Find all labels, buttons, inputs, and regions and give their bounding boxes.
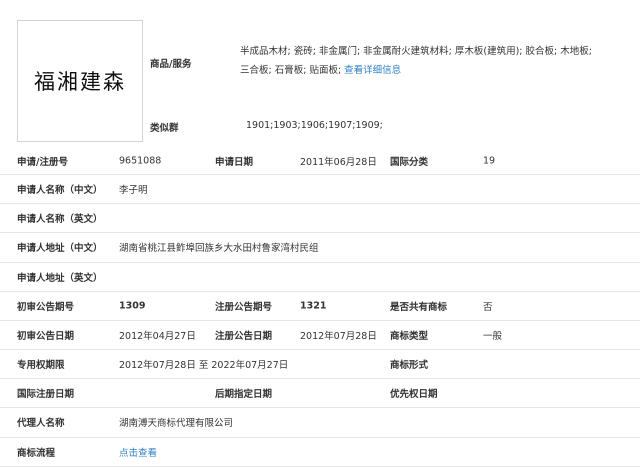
row-pub-numbers: 初审公告期号 1309 注册公告期号 1321 是否共有商标 否 [0,291,640,321]
app-date-label: 申请日期 [215,156,254,168]
row-agent: 代理人名称 湖南溥天商标代理有限公司 [0,407,640,438]
tm-type-value: 一般 [483,330,503,342]
row-address-en: 申请人地址（英文） [0,262,640,292]
process-label: 商标流程 [17,447,56,459]
shared-label: 是否共有商标 [390,301,448,313]
app-date-value: 2011年06月28日 [300,156,377,168]
intl-class-label: 国际分类 [390,156,429,168]
exclusive-label: 专用权期限 [17,359,65,371]
row-exclusive: 专用权期限 2012年07月28日 至 2022年07月27日 商标形式 [0,349,640,379]
applicant-cn-value: 李子明 [119,184,148,196]
shared-value: 否 [483,301,493,313]
agent-label: 代理人名称 [17,418,65,429]
trademark-detail-page: 福湘建森 商品/服务 半成品木材; 瓷砖; 非金属门; 非金属耐火建筑材料; 厚… [0,0,640,468]
similar-group-value: 1901;1903;1906;1907;1909; [246,120,383,131]
address-cn-label: 申请人地址（中文） [17,243,103,254]
address-cn-value: 湖南省桃江县鲊埠回族乡大水田村鲁家湾村民组 [119,243,319,254]
intl-class-value: 19 [483,155,496,166]
reg-no-value: 9651088 [119,155,162,166]
reg-pub-no-label: 注册公告期号 [215,301,273,313]
agent-value: 湖南溥天商标代理有限公司 [119,418,234,429]
reg-pub-date-value: 2012年07月28日 [300,330,377,342]
row-address-cn: 申请人地址（中文） 湖南省桃江县鲊埠回族乡大水田村鲁家湾村民组 [0,232,640,263]
intl-reg-date-label: 国际注册日期 [17,388,75,400]
row-pub-dates: 初审公告日期 2012年04月27日 注册公告日期 2012年07月28日 商标… [0,320,640,350]
reg-pub-no-value: 1321 [300,300,327,311]
later-date-label: 后期指定日期 [215,388,273,400]
row-process: 商标流程 点击查看 [0,437,640,467]
services-list: 半成品木材; 瓷砖; 非金属门; 非金属耐火建筑材料; 厚木板(建筑用); 胶合… [240,42,636,80]
services-line-2: 三合板; 石膏板; 贴面板; 查看详细信息 [240,65,402,76]
process-link[interactable]: 点击查看 [119,445,157,459]
exclusive-value: 2012年07月28日 至 2022年07月27日 [119,359,289,371]
address-en-label: 申请人地址（英文） [17,272,103,284]
services-line-1: 半成品木材; 瓷砖; 非金属门; 非金属耐火建筑材料; 厚木板(建筑用); 胶合… [240,46,592,57]
row-intl-dates: 国际注册日期 后期指定日期 优先权日期 [0,378,640,408]
tm-form-label: 商标形式 [390,359,429,371]
reg-no-label: 申请/注册号 [17,156,68,168]
row-applicant-cn: 申请人名称（中文） 李子明 [0,174,640,204]
applicant-en-label: 申请人名称（英文） [17,213,103,225]
priority-date-label: 优先权日期 [390,388,438,400]
prelim-pub-no-value: 1309 [119,300,146,311]
applicant-cn-label: 申请人名称（中文） [17,184,103,196]
tm-type-label: 商标类型 [390,330,429,342]
prelim-pub-no-label: 初审公告期号 [17,301,75,313]
trademark-logo-text: 福湘建森 [34,70,126,94]
row-registration: 申请/注册号 9651088 申请日期 2011年06月28日 国际分类 19 [0,147,640,175]
reg-pub-date-label: 注册公告日期 [215,330,273,342]
services-label: 商品/服务 [150,59,192,70]
row-applicant-en: 申请人名称（英文） [0,203,640,233]
prelim-pub-date-value: 2012年04月27日 [119,330,196,342]
prelim-pub-date-label: 初审公告日期 [17,330,75,342]
similar-group-label: 类似群 [150,123,179,134]
view-details-link[interactable]: 查看详细信息 [344,65,401,76]
trademark-image: 福湘建森 [17,20,143,142]
